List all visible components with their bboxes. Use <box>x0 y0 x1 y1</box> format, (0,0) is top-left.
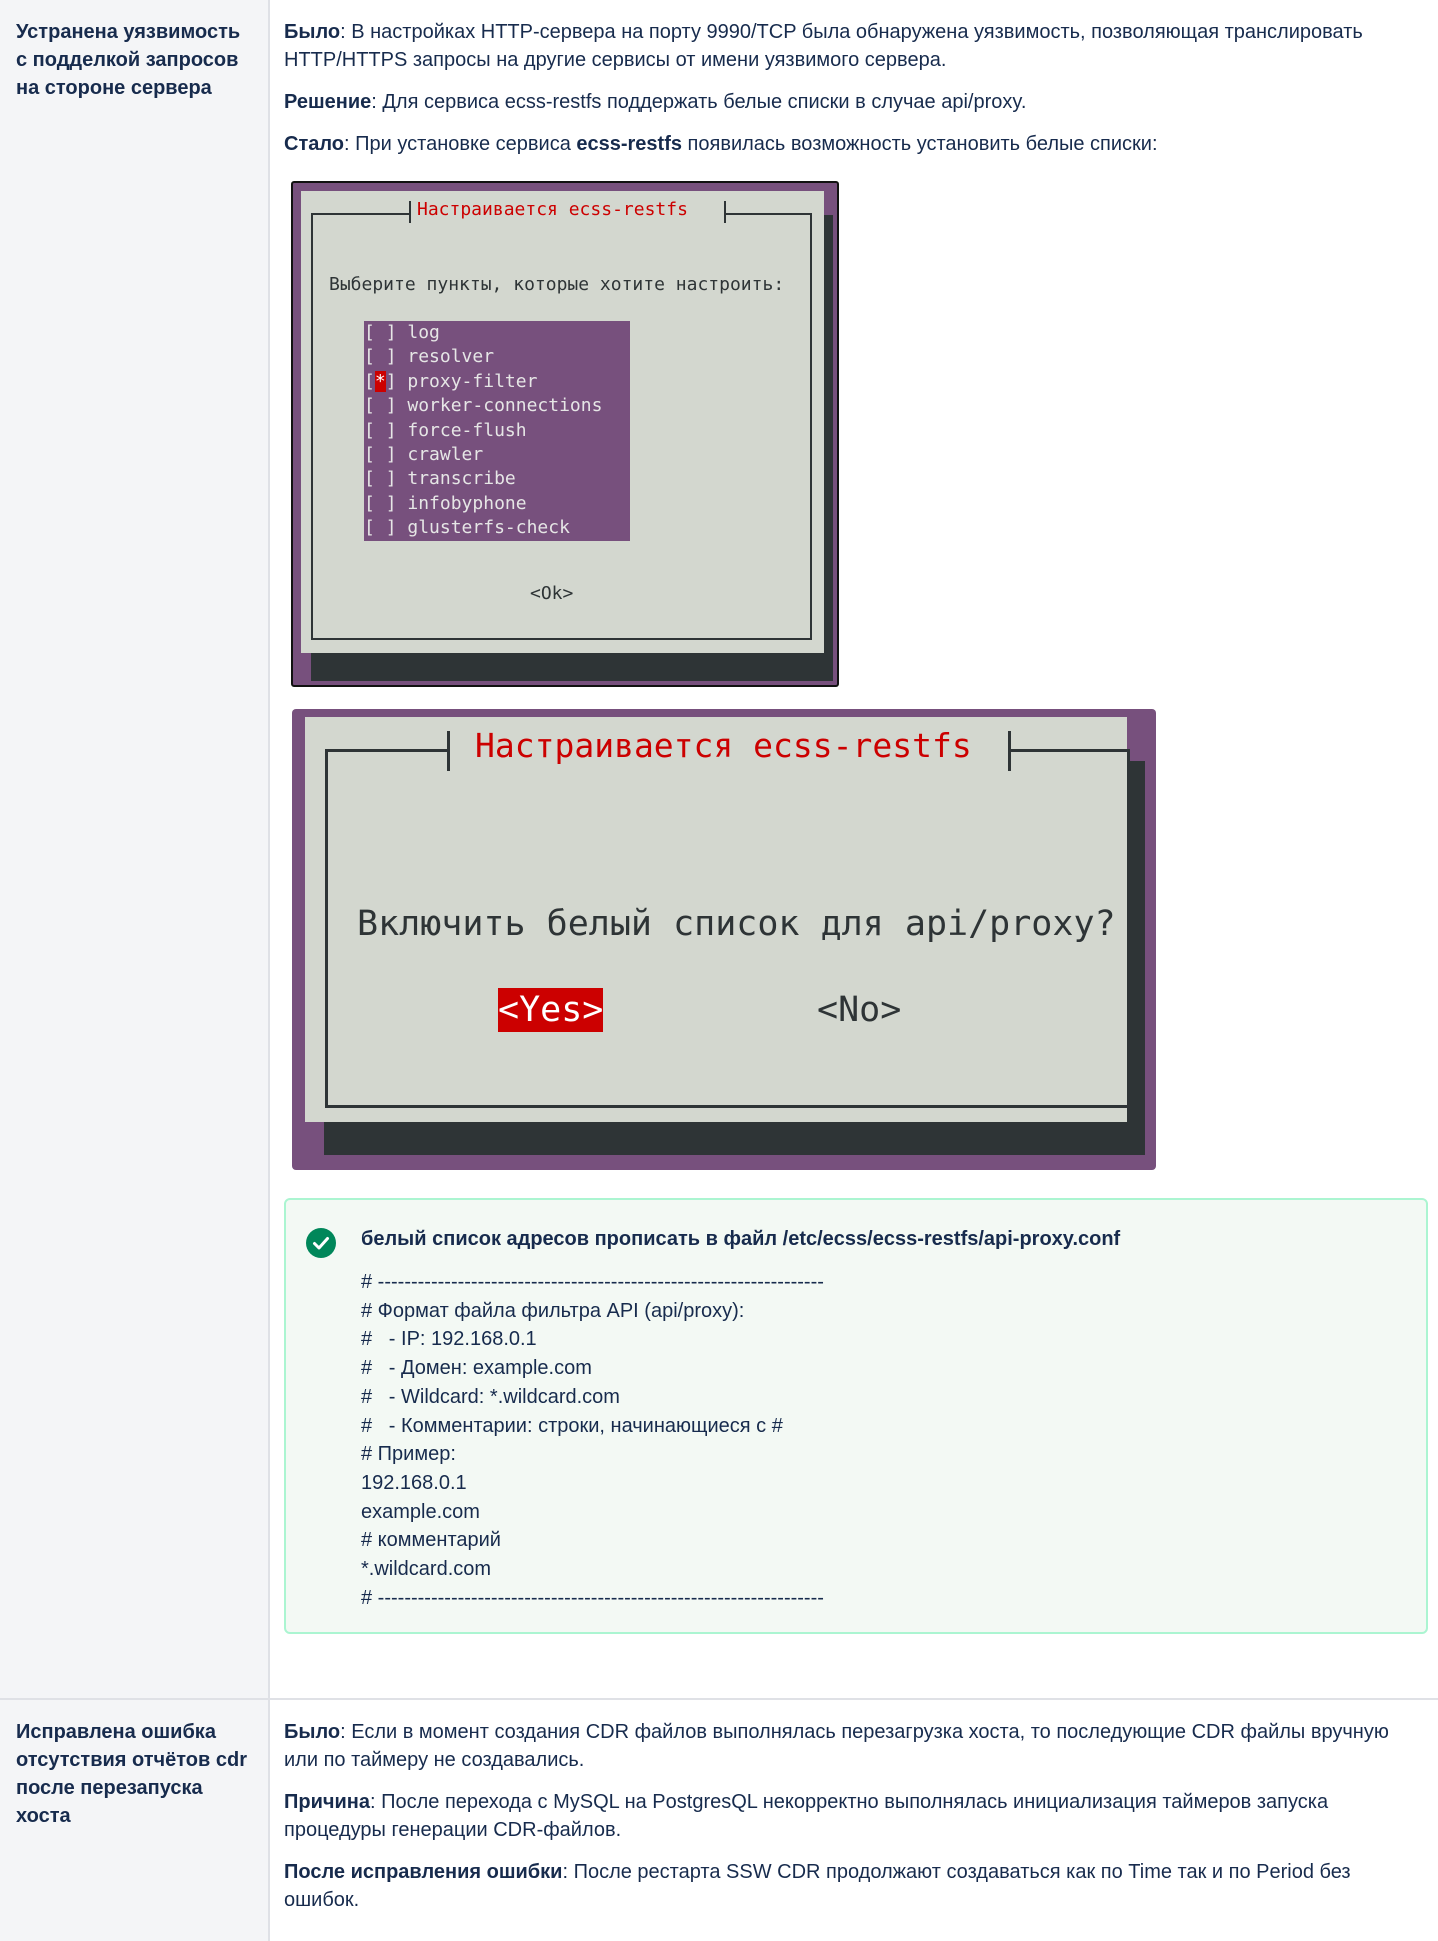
cause-paragraph: Причина: После перехода с MySQL на Postg… <box>284 1788 1418 1844</box>
dialog-frame-tick <box>409 201 411 223</box>
config-line: # - Домен: example.com <box>361 1357 592 1380</box>
dialog-frame-tick <box>724 201 726 223</box>
checklist-item-label: glusterfs-check <box>407 517 570 539</box>
checklist-item[interactable]: [ ] force-flush <box>364 419 630 443</box>
config-line: # комментарий <box>361 1529 501 1552</box>
checkbox-checked[interactable]: [*] <box>364 370 397 392</box>
dialog-frame-top <box>724 213 812 215</box>
checklist-item-label: force-flush <box>407 419 527 441</box>
row-content: Было: Если в момент создания CDR файлов … <box>272 1700 1438 1941</box>
terminal-screenshot-confirm: Настраивается ecss-restfs Включить белый… <box>292 709 1156 1170</box>
became-paragraph: Стало: При установке сервиса ecss-restfs… <box>284 130 1418 158</box>
cause-label: Причина <box>284 1791 370 1813</box>
checklist-item[interactable]: [ ] worker-connections <box>364 394 630 418</box>
was-text: : В настройках HTTP-сервера на порту 999… <box>284 21 1363 71</box>
checklist-item[interactable]: [ ] infobyphone <box>364 492 630 516</box>
checklist-item[interactable]: [ ] resolver <box>364 345 630 369</box>
dialog-prompt: Выберите пункты, которые хотите настроит… <box>329 274 785 295</box>
checklist-item-label: transcribe <box>407 468 516 490</box>
terminal-screenshot-select: Настраивается ecss-restfs Выберите пункт… <box>291 181 839 687</box>
success-note-panel: белый список адресов прописать в файл /e… <box>284 1198 1428 1634</box>
config-line: *.wildcard.com <box>361 1558 492 1581</box>
checklist-item-label: worker-connections <box>407 395 603 417</box>
config-line: # Формат файла фильтра API (api/proxy): <box>361 1299 745 1322</box>
dialog-frame-top <box>311 213 411 215</box>
dialog-title: Настраивается ecss-restfs <box>417 199 688 220</box>
checklist-item[interactable]: [ ] log <box>364 321 630 345</box>
yes-button[interactable]: <Yes> <box>498 988 604 1032</box>
checklist-dialog: Настраивается ecss-restfs Выберите пункт… <box>301 191 824 653</box>
was-paragraph: Было: Если в момент создания CDR файлов … <box>284 1718 1418 1774</box>
no-button[interactable]: <No> <box>817 988 901 1032</box>
checkbox[interactable]: [ ] <box>364 493 397 514</box>
dialog-shadow <box>311 653 833 681</box>
checkbox[interactable]: [ ] <box>364 420 397 441</box>
changelog-table: Устранена уязвимость с подделкой запросо… <box>0 0 1438 1941</box>
was-text: : Если в момент создания CDR файлов выпо… <box>284 1721 1389 1771</box>
cause-text: : После перехода с MySQL на PostgresQL н… <box>284 1791 1329 1841</box>
config-example: # --------------------------------------… <box>361 1268 824 1612</box>
dialog-title: Настраивается ecss-restfs <box>475 726 972 765</box>
config-line: 192.168.0.1 <box>361 1471 467 1494</box>
checklist-item-label: proxy-filter <box>407 370 538 392</box>
checklist-item[interactable]: [*] proxy-filter <box>364 370 630 394</box>
dialog-shadow <box>824 215 833 665</box>
config-line: # - IP: 192.168.0.1 <box>361 1328 537 1351</box>
note-title: белый список адресов прописать в файл /e… <box>361 1228 1121 1250</box>
config-line: # --------------------------------------… <box>361 1586 824 1609</box>
solution-text: : Для сервиса ecss-restfs поддержать бел… <box>371 91 1027 113</box>
config-line: # - Комментарии: строки, начинающиеся с … <box>361 1414 783 1437</box>
checkbox[interactable]: [ ] <box>364 517 397 538</box>
was-label: Было <box>284 1721 341 1743</box>
service-name: ecss-restfs <box>576 133 682 155</box>
ok-button[interactable]: <Ok> <box>530 582 573 606</box>
checklist: [ ] log[ ] resolver [*] proxy-filter[ ] w… <box>364 321 630 541</box>
config-line: example.com <box>361 1500 480 1523</box>
was-label: Было <box>284 21 341 43</box>
dialog-frame-top <box>1008 749 1130 752</box>
config-line: # Пример: <box>361 1443 456 1466</box>
solution-paragraph: Решение: Для сервиса ecss-restfs поддерж… <box>284 88 1418 116</box>
dialog-shadow <box>324 1122 1145 1155</box>
dialog-frame-tick <box>1008 731 1011 771</box>
became-text: : При установке сервиса <box>344 133 577 155</box>
check-circle-icon <box>306 1228 336 1258</box>
dialog-question: Включить белый список для api/proxy? <box>357 904 1116 944</box>
checklist-item[interactable]: [ ] crawler <box>364 443 630 467</box>
checkbox[interactable]: [ ] <box>364 468 397 489</box>
row-heading: Устранена уязвимость с подделкой запросо… <box>0 0 270 1698</box>
fix-paragraph: После исправления ошибки: После рестарта… <box>284 1858 1418 1914</box>
checkbox[interactable]: [ ] <box>364 395 397 416</box>
was-paragraph: Было: В настройках HTTP-сервера на порту… <box>284 18 1418 74</box>
became-text-end: появилась возможность установить белые с… <box>682 133 1158 155</box>
fix-label: После исправления ошибки <box>284 1861 563 1883</box>
checklist-item-label: log <box>407 322 440 343</box>
table-row: Устранена уязвимость с подделкой запросо… <box>0 0 1438 1698</box>
checklist-item-label: infobyphone <box>407 492 527 514</box>
table-row: Исправлена ошибка отсутствия отчётов cdr… <box>0 1698 1438 1941</box>
config-line: # - Wildcard: *.wildcard.com <box>361 1385 620 1408</box>
config-line: # --------------------------------------… <box>361 1271 824 1293</box>
became-label: Стало <box>284 133 345 155</box>
checkbox[interactable]: [ ] <box>364 346 397 367</box>
confirm-dialog: Настраивается ecss-restfs Включить белый… <box>305 717 1130 1122</box>
checklist-item[interactable]: [ ] glusterfs-check <box>364 516 630 540</box>
checkbox[interactable]: [ ] <box>364 322 397 343</box>
row-heading: Исправлена ошибка отсутствия отчётов cdr… <box>0 1700 270 1941</box>
checkbox[interactable]: [ ] <box>364 444 397 465</box>
dialog-frame-top <box>325 749 449 752</box>
checklist-item-label: resolver <box>407 346 495 368</box>
dialog-frame-tick <box>447 731 450 771</box>
checklist-item[interactable]: [ ] transcribe <box>364 467 630 491</box>
solution-label: Решение <box>284 91 372 113</box>
checklist-item-label: crawler <box>407 443 484 465</box>
